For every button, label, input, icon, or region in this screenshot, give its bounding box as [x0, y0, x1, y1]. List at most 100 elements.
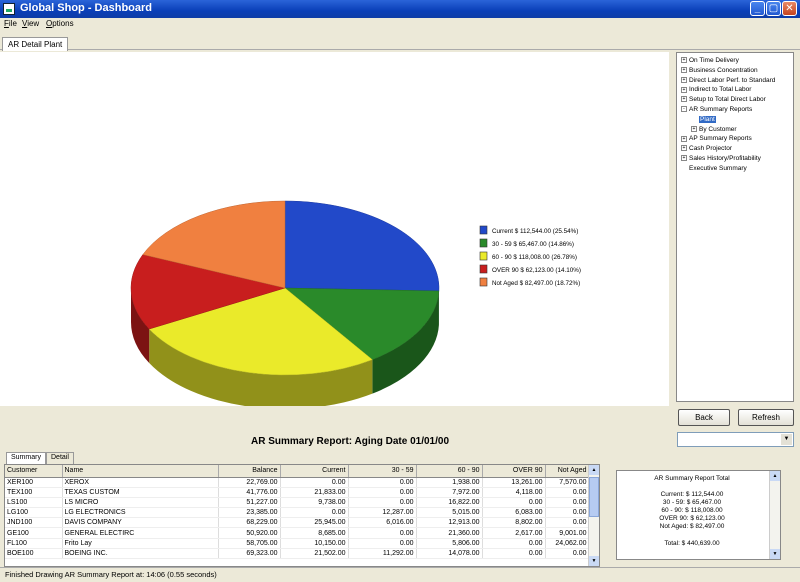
table-row[interactable]: JND100 DAVIS COMPANY 68,229.00 25,945.00 6,0…	[5, 517, 590, 529]
tree-item-label: AR Summary Reports	[689, 106, 753, 113]
table-cell: TEXAS CUSTOM	[62, 487, 219, 498]
grid-scrollbar[interactable]: ▲ ▼	[588, 465, 599, 566]
tree-item[interactable]: + Setup to Total Direct Labor	[681, 96, 766, 103]
refresh-button[interactable]: Refresh	[738, 409, 794, 426]
title-bar: Global Shop - Dashboard _ ▢ ✕	[0, 0, 800, 18]
legend-swatch	[479, 251, 488, 261]
tree-item-label: Business Concentration	[689, 66, 758, 74]
tree-item[interactable]: + Sales History/Profitability	[681, 155, 761, 162]
legend-swatch	[479, 264, 488, 274]
table-cell: GENERAL ELECTIRC	[62, 527, 219, 539]
totals-scrollbar[interactable]: ▲ ▼	[769, 471, 780, 559]
table-cell: 0.00	[348, 497, 417, 509]
table-cell: LS100	[5, 497, 63, 509]
legend-swatch	[479, 277, 488, 287]
tree-item[interactable]: + Indirect to Total Labor	[681, 86, 751, 93]
table-cell: 58,705.00	[218, 538, 281, 549]
tree-item[interactable]: + Cash Projector	[681, 145, 732, 152]
table-cell: 68,229.00	[218, 517, 281, 529]
table-cell: 0.00	[545, 548, 590, 560]
minimize-button[interactable]: _	[750, 1, 765, 16]
expand-icon[interactable]: +	[681, 155, 687, 162]
table-cell: 9,001.00	[545, 527, 590, 539]
expand-icon[interactable]: +	[681, 135, 687, 142]
table-row[interactable]: TEX100 TEXAS CUSTOM 41,776.00 21,833.00 0.00…	[5, 487, 590, 498]
back-button[interactable]: Back	[678, 409, 730, 426]
table-cell: 8,802.00	[482, 517, 546, 529]
column-header[interactable]: OVER 90	[482, 465, 546, 478]
totals-line: 60 - 90: $ 118,008.00	[661, 507, 723, 514]
scroll-thumb[interactable]	[589, 477, 599, 517]
table-cell: BOE100	[5, 548, 63, 560]
table-cell: 0.00	[545, 497, 590, 509]
expand-icon[interactable]: +	[681, 57, 687, 64]
table-cell: 0.00	[280, 507, 349, 519]
column-header[interactable]: Customer	[5, 465, 63, 478]
table-cell: 11,292.00	[348, 548, 417, 560]
tree-item[interactable]: + By Customer	[691, 126, 737, 133]
table-cell: 10,150.00	[280, 538, 349, 549]
expand-icon[interactable]: +	[681, 96, 687, 103]
column-header[interactable]: Name	[62, 465, 219, 478]
expand-icon[interactable]: +	[681, 145, 687, 152]
app-icon	[3, 3, 15, 15]
tab-ar-detail-plant[interactable]: AR Detail Plant	[2, 37, 69, 51]
expand-icon[interactable]: +	[691, 125, 697, 132]
tree-item[interactable]: + AP Summary Reports	[681, 135, 752, 142]
tree-item[interactable]: - AR Summary Reports	[681, 106, 752, 113]
table-row[interactable]: FL100 Frito Lay 58,705.00 10,150.00 0.00 5,80…	[5, 538, 590, 549]
table-cell: 24,062.00	[545, 538, 590, 549]
scroll-up-icon[interactable]: ▲	[770, 471, 780, 481]
column-header[interactable]: 60 - 90	[416, 465, 483, 478]
table-cell: 2,617.00	[482, 527, 546, 539]
table-cell: 14,078.00	[416, 548, 483, 560]
totals-total: Total: $ 440,639.00	[664, 540, 720, 547]
totals-line: Current: $ 112,544.00	[660, 491, 724, 498]
table-cell: 6,016.00	[348, 517, 417, 529]
column-header[interactable]: 30 - 59	[348, 465, 417, 478]
tree-item[interactable]: + On Time Delivery	[681, 57, 739, 64]
table-row[interactable]: LS100 LS MICRO 51,227.00 9,738.00 0.00 16,822…	[5, 497, 590, 509]
menu-file[interactable]: File	[4, 19, 17, 28]
menu-view[interactable]: View	[22, 19, 39, 28]
expand-icon[interactable]: +	[681, 86, 687, 93]
tree-item[interactable]: Plant	[691, 115, 716, 123]
tree-item[interactable]: + Direct Labor Perf. to Standard	[681, 77, 775, 84]
column-header[interactable]: Current	[280, 465, 349, 478]
menu-bar: File View Options	[0, 18, 800, 30]
scroll-down-icon[interactable]: ▼	[770, 549, 780, 559]
menu-options[interactable]: Options	[46, 19, 74, 28]
table-cell: 69,323.00	[218, 548, 281, 560]
column-header[interactable]: Balance	[218, 465, 281, 478]
tree-item[interactable]: Executive Summary	[681, 165, 747, 172]
collapse-icon[interactable]: -	[681, 106, 687, 113]
expand-icon[interactable]: +	[681, 67, 687, 74]
table-cell: 0.00	[482, 497, 546, 509]
table-cell: 13,261.00	[482, 477, 546, 488]
tab-strip: AR Detail Plant	[0, 30, 800, 51]
table-cell: 0.00	[348, 538, 417, 549]
table-cell: 7,972.00	[416, 487, 483, 498]
totals-line: Not Aged: $ 82,497.00	[659, 523, 725, 530]
tab-detail[interactable]: Detail	[46, 452, 74, 464]
scroll-down-icon[interactable]: ▼	[589, 556, 599, 566]
table-cell: 4,118.00	[482, 487, 546, 498]
tree-item[interactable]: + Business Concentration	[681, 67, 758, 74]
close-button[interactable]: ✕	[782, 1, 797, 16]
table-cell: 41,776.00	[218, 487, 281, 498]
tab-summary[interactable]: Summary	[6, 452, 46, 464]
table-cell: 5,806.00	[416, 538, 483, 549]
table-row[interactable]: XER100 XEROX 22,769.00 0.00 0.00 1,938.00 13,2…	[5, 477, 590, 488]
table-row[interactable]: GE100 GENERAL ELECTIRC 50,920.00 8,685.00 0.…	[5, 527, 590, 539]
table-row[interactable]: LG100 LG ELECTRONICS 23,385.00 0.00 12,287.0…	[5, 507, 590, 519]
table-row[interactable]: BOE100 BOEING INC. 69,323.00 21,502.00 11,29…	[5, 548, 590, 560]
chevron-down-icon[interactable]: ▼	[781, 434, 792, 445]
table-cell: 1,938.00	[416, 477, 483, 488]
scroll-up-icon[interactable]: ▲	[589, 465, 599, 475]
table-cell: 21,360.00	[416, 527, 483, 539]
expand-icon[interactable]: +	[681, 76, 687, 83]
column-header[interactable]: Not Aged	[545, 465, 590, 478]
status-text: Finished Drawing AR Summary Report at: 1…	[5, 570, 217, 579]
maximize-button[interactable]: ▢	[766, 1, 781, 16]
report-combo[interactable]: ▼	[677, 432, 794, 447]
